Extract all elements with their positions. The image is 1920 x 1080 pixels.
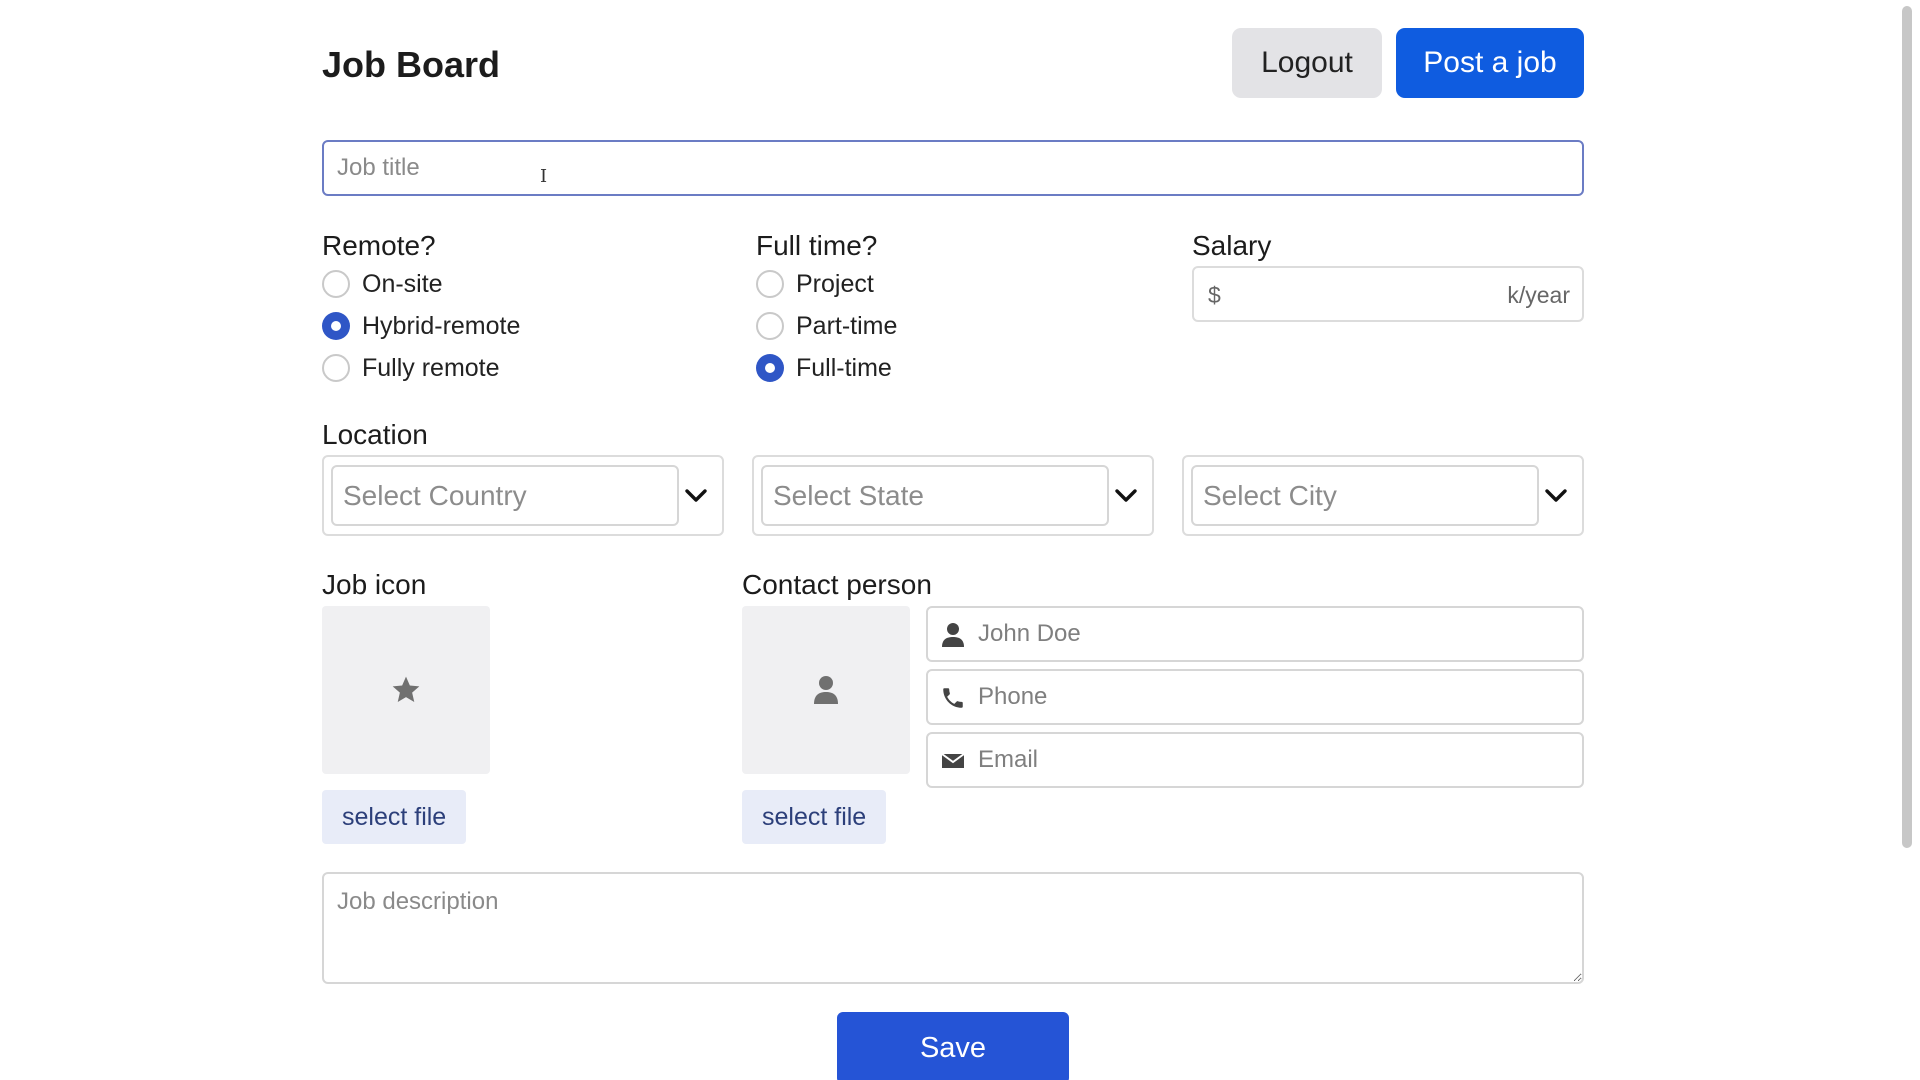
salary-input[interactable] <box>1234 274 1494 314</box>
radio-full-time[interactable]: Full-time <box>756 352 892 384</box>
contact-person-label: Contact person <box>742 569 932 600</box>
user-icon <box>942 623 964 647</box>
radio-fully-remote[interactable]: Fully remote <box>322 352 500 384</box>
full-time-radio-group: Project Part-time Full-time <box>756 268 1156 388</box>
salary-field: $ k/year <box>1192 266 1584 322</box>
full-time-label: Full time? <box>756 230 878 261</box>
radio-label: Project <box>796 269 874 298</box>
post-job-button[interactable]: Post a job <box>1396 28 1584 98</box>
salary-label: Salary <box>1192 230 1272 261</box>
job-icon-select-file-button[interactable]: select file <box>322 790 467 844</box>
job-description-textarea[interactable] <box>322 872 1584 984</box>
user-icon <box>814 676 838 704</box>
job-icon-preview <box>322 606 490 774</box>
header: Job Board Logout Post a job <box>322 28 1584 98</box>
chevron-down-icon[interactable] <box>684 483 708 507</box>
radio-hybrid-remote[interactable]: Hybrid-remote <box>322 310 520 342</box>
state-select[interactable]: Select State <box>752 455 1154 536</box>
radio-label: Hybrid-remote <box>362 311 521 340</box>
text-cursor-icon: I <box>540 166 548 187</box>
radio-label: Full-time <box>796 353 892 382</box>
contact-email-field[interactable] <box>926 732 1584 788</box>
radio-label: Fully remote <box>362 353 500 382</box>
remote-radio-group: On-site Hybrid-remote Fully remote <box>322 268 722 388</box>
vertical-scrollbar[interactable] <box>1894 0 1920 1080</box>
radio-part-time[interactable]: Part-time <box>756 310 897 342</box>
radio-project[interactable]: Project <box>756 268 874 300</box>
radio-button[interactable] <box>756 270 784 298</box>
save-button[interactable]: Save <box>837 1012 1069 1080</box>
radio-button[interactable] <box>322 270 350 298</box>
scrollbar-thumb[interactable] <box>1902 6 1912 848</box>
contact-photo-select-file-button[interactable]: select file <box>742 790 887 844</box>
radio-on-site[interactable]: On-site <box>322 268 443 300</box>
remote-label: Remote? <box>322 230 436 261</box>
page: Job Board Logout Post a job I Remote? On… <box>0 0 1920 1080</box>
radio-label: On-site <box>362 269 443 298</box>
radio-button[interactable] <box>322 354 350 382</box>
country-select-value[interactable]: Select Country <box>331 465 679 526</box>
envelope-icon <box>941 753 965 768</box>
star-icon <box>392 676 420 702</box>
radio-label: Part-time <box>796 311 898 340</box>
contact-name-input[interactable] <box>976 614 1571 654</box>
currency-prefix: $ <box>1208 282 1221 308</box>
contact-phone-field[interactable] <box>926 669 1584 725</box>
state-select-value[interactable]: Select State <box>761 465 1109 526</box>
radio-button[interactable] <box>756 312 784 340</box>
contact-name-field[interactable] <box>926 606 1584 662</box>
chevron-down-icon[interactable] <box>1114 483 1138 507</box>
location-label: Location <box>322 419 428 450</box>
salary-unit-suffix: k/year <box>1507 282 1570 308</box>
chevron-down-icon[interactable] <box>1544 483 1568 507</box>
app-title: Job Board <box>322 44 501 85</box>
job-icon-label: Job icon <box>322 569 427 600</box>
phone-icon <box>943 688 963 708</box>
contact-photo-preview <box>742 606 910 774</box>
contact-email-input[interactable] <box>976 740 1571 780</box>
country-select[interactable]: Select Country <box>322 455 724 536</box>
city-select[interactable]: Select City <box>1182 455 1584 536</box>
contact-phone-input[interactable] <box>976 677 1571 717</box>
radio-button-checked[interactable] <box>756 354 784 382</box>
logout-button[interactable]: Logout <box>1232 28 1382 98</box>
job-title-input[interactable] <box>322 140 1584 196</box>
radio-button-checked[interactable] <box>322 312 350 340</box>
city-select-value[interactable]: Select City <box>1191 465 1539 526</box>
